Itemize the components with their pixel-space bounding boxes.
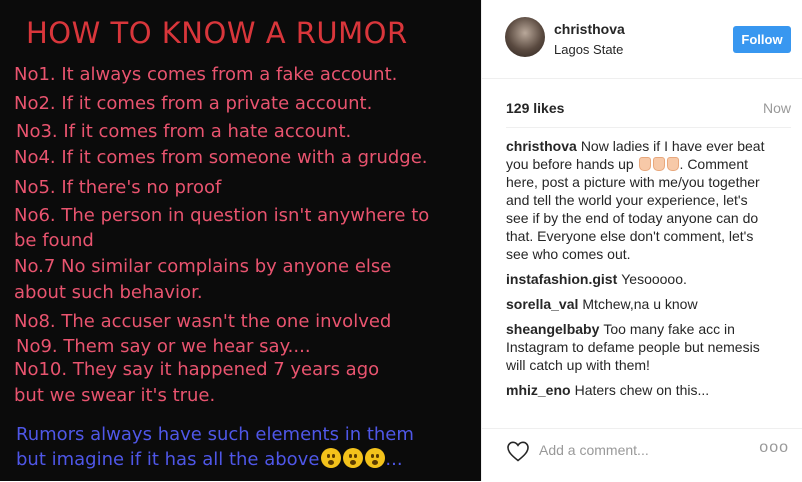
image-line: but we swear it's true. <box>14 385 216 406</box>
image-line: No4. If it comes from someone with a gru… <box>14 147 428 168</box>
raised-hand-icon <box>666 157 679 171</box>
likes-count[interactable]: 129 likes <box>506 100 564 116</box>
comment-author[interactable]: mhiz_eno <box>506 382 571 398</box>
comment-author[interactable]: sheangelbaby <box>506 321 599 337</box>
image-line: about such behavior. <box>14 282 203 303</box>
comment-text: Yesooooo. <box>621 271 687 287</box>
image-footer-ellipsis: ... <box>385 449 403 470</box>
caption-comment: christhova Now ladies if I have ever beat… <box>506 137 768 263</box>
post-header: christhova Lagos State Follow <box>482 0 802 79</box>
image-line: No8. The accuser wasn't the one involved <box>14 311 392 332</box>
image-footer-text: but imagine if it has all the above <box>16 449 320 470</box>
instagram-post: HOW TO KNOW A RUMOR No1. It always comes… <box>0 0 802 481</box>
image-footer-line1: Rumors always have such elements in them <box>16 424 414 445</box>
image-line: No9. Them say or we hear say.... <box>16 336 311 357</box>
image-line: No3. If it comes from a hate account. <box>16 121 352 142</box>
comment-author[interactable]: sorella_val <box>506 296 578 312</box>
comment-author[interactable]: instafashion.gist <box>506 271 617 287</box>
hushed-face-icon <box>321 448 342 468</box>
comment-text: Mtchew,na u know <box>582 296 698 312</box>
post-time[interactable]: Now <box>763 100 791 116</box>
image-line: No6. The person in question isn't anywhe… <box>14 205 430 226</box>
comment-bar: Add a comment... ooo <box>482 428 802 482</box>
comment-author[interactable]: christhova <box>506 138 577 154</box>
comment-item: instafashion.gist Yesooooo. <box>506 270 768 288</box>
comment-text: Haters chew on this... <box>574 382 710 398</box>
hushed-face-icon <box>343 448 364 468</box>
comment-item: sheangelbaby Too many fake acc in Instagr… <box>506 320 768 374</box>
image-line: No10. They say it happened 7 years ago <box>14 359 380 380</box>
avatar[interactable] <box>505 17 545 57</box>
add-comment-input[interactable]: Add a comment... <box>539 442 649 458</box>
raised-hand-icon <box>638 157 651 171</box>
hushed-face-icon <box>365 448 386 468</box>
image-line: No5. If there's no proof <box>14 177 222 198</box>
image-line: be found <box>14 230 94 251</box>
image-line: No.7 No similar complains by anyone else <box>14 256 392 277</box>
heart-icon[interactable] <box>506 440 530 462</box>
image-footer-line2: but imagine if it has all the above... <box>16 448 403 470</box>
image-line: No2. If it comes from a private account. <box>14 93 373 114</box>
follow-button[interactable]: Follow <box>733 26 791 53</box>
image-title: HOW TO KNOW A RUMOR <box>26 16 408 50</box>
more-options-icon[interactable]: ooo <box>759 439 789 457</box>
comment-item: sorella_val Mtchew,na u know <box>506 295 768 313</box>
comments-list: christhova Now ladies if I have ever beat… <box>506 137 768 415</box>
post-username[interactable]: christhova <box>554 21 625 37</box>
raised-hand-icon <box>652 157 665 171</box>
divider <box>506 127 791 128</box>
post-location[interactable]: Lagos State <box>554 42 623 57</box>
image-line: No1. It always comes from a fake account… <box>14 64 398 85</box>
post-sidebar: christhova Lagos State Follow 129 likes … <box>481 0 802 481</box>
post-image[interactable]: HOW TO KNOW A RUMOR No1. It always comes… <box>0 0 481 481</box>
comment-item: mhiz_eno Haters chew on this... <box>506 381 768 399</box>
